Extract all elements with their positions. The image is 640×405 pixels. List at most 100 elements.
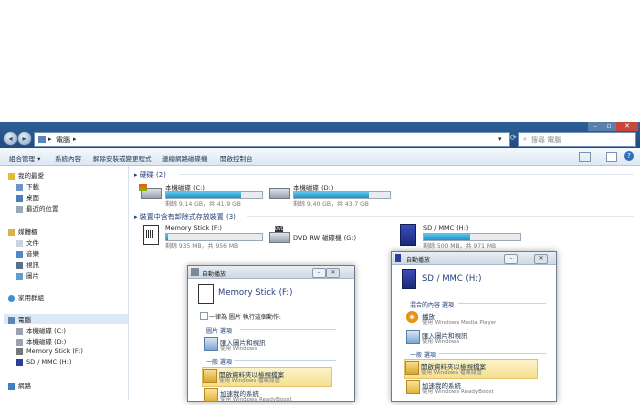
preview-pane-icon[interactable] [606, 152, 617, 162]
address-dropdown[interactable]: ▾ [498, 135, 502, 143]
drive-dvd[interactable]: DVD DVD RW 磁碟機 (G:) [267, 224, 397, 250]
view-options-icon[interactable] [579, 152, 591, 162]
address-bar[interactable]: ▸ 電腦 ▸ ▾ [34, 132, 510, 147]
address-root[interactable]: 電腦 [56, 135, 70, 145]
drive-c[interactable]: 本機磁碟 (C:) 剩餘 9.14 GB，共 41.9 GB [139, 182, 269, 208]
memory-stick-icon [16, 347, 23, 355]
nav-item-drive-d[interactable]: 本機磁碟 (D:) [16, 336, 66, 346]
option-open-folder[interactable]: 開啟資料夾以檢視檔案 使用 Windows 檔案總管 [202, 367, 332, 387]
option-subtitle: 使用 Windows [422, 339, 460, 345]
hard-drive-icon [16, 338, 23, 346]
always-do-checkbox[interactable] [200, 312, 208, 320]
dialog-title: 自動播放 [202, 271, 227, 278]
videos-icon [16, 261, 23, 269]
uninstall-program-button[interactable]: 解除安裝或變更程式 [93, 153, 152, 163]
autoplay-dialog-sd-card: 自動播放 – ✕ SD / MMC (H:) 混合的內容 選項 播放 使用 Wi… [391, 251, 557, 402]
library-icon [8, 228, 15, 236]
nav-item-memory-stick[interactable]: Memory Stick (F:) [16, 347, 83, 355]
map-network-drive-button[interactable]: 連線網路磁碟機 [162, 153, 208, 163]
close-button[interactable]: ✕ [616, 122, 638, 131]
back-button[interactable]: ◂ [3, 131, 18, 146]
nav-item-sd-card[interactable]: SD / MMC (H:) [16, 358, 71, 366]
nav-item-pictures[interactable]: 圖片 [16, 270, 39, 280]
nav-network-label: 網路 [18, 382, 31, 390]
nav-item-recent[interactable]: 最近的位置 [16, 203, 59, 213]
maximize-button[interactable]: ▫ [602, 122, 616, 131]
option-import-pictures[interactable]: 匯入圖片和視訊 使用 Windows [406, 329, 544, 347]
sd-card-icon [16, 358, 23, 366]
folder-icon [203, 369, 217, 383]
search-input[interactable]: ⌕ 搜尋 電腦 [518, 132, 636, 147]
drive-capacity: 剩餘 9.14 GB，共 41.9 GB [165, 201, 241, 208]
option-readyboost[interactable]: 加速我的系統 使用 Windows ReadyBoost [204, 387, 334, 405]
documents-icon [16, 239, 23, 247]
group-header-removable[interactable]: ▸ 裝置中含有卸除式存放裝置 (3) [134, 212, 236, 222]
option-readyboost[interactable]: 加速我的系統 使用 Windows ReadyBoost [406, 379, 544, 397]
system-properties-button[interactable]: 系統內容 [55, 153, 81, 163]
address-chevron-2: ▸ [73, 135, 77, 143]
dialog-minimize-button[interactable]: – [312, 268, 326, 278]
desktop-icon [16, 194, 23, 202]
drive-memory-stick[interactable]: Memory Stick (F:) 剩餘 935 MB，共 956 MB [139, 224, 269, 250]
drive-d[interactable]: 本機磁碟 (D:) 剩餘 9.40 GB，共 43.7 GB [267, 182, 397, 208]
dialog-close-button[interactable]: ✕ [534, 254, 548, 264]
drive-sd-card[interactable]: SD / MMC (H:) 剩餘 500 MB，共 971 MB [397, 224, 527, 250]
nav-label: SD / MMC (H:) [26, 358, 72, 366]
option-play[interactable]: 播放 使用 Windows Media Player [406, 310, 544, 328]
media-player-icon [406, 311, 418, 323]
nav-item-downloads[interactable]: 下載 [16, 181, 39, 191]
nav-network[interactable]: 網路 [8, 380, 31, 390]
option-subtitle: 使用 Windows Media Player [422, 320, 497, 326]
dialog-title-bar: 自動播放 – ✕ [392, 252, 556, 265]
dialog-heading: SD / MMC (H:) [422, 274, 482, 284]
nav-item-desktop[interactable]: 桌面 [16, 192, 39, 202]
nav-computer[interactable]: 電腦 [4, 314, 128, 324]
drive-name: Memory Stick (F:) [165, 224, 222, 232]
nav-label: 最近的位置 [26, 205, 59, 213]
option-subtitle: 使用 Windows ReadyBoost [422, 389, 494, 395]
dialog-minimize-button[interactable]: – [504, 254, 518, 264]
nav-libraries-label: 媒體櫃 [18, 228, 38, 236]
nav-item-videos[interactable]: 視訊 [16, 259, 39, 269]
import-icon [204, 337, 218, 351]
drive-usage-bar [293, 191, 391, 199]
nav-label: 下載 [26, 183, 39, 191]
star-icon [8, 172, 15, 180]
organize-button[interactable]: 組合管理 ▾ [9, 153, 40, 163]
address-chevron: ▸ [48, 135, 52, 143]
group-header-hard-drives[interactable]: ▸ 硬碟 (2) [134, 170, 166, 180]
option-open-folder[interactable]: 開啟資料夾以檢視檔案 使用 Windows 檔案總管 [404, 359, 538, 379]
section-divider [234, 360, 336, 361]
readyboost-icon [406, 380, 420, 394]
computer-icon [38, 136, 46, 143]
nav-computer-label: 電腦 [18, 316, 31, 324]
drive-usage-fill [424, 234, 471, 240]
autoplay-icon [191, 268, 199, 276]
nav-homegroup[interactable]: 家用群組 [8, 292, 44, 302]
drive-name: SD / MMC (H:) [423, 224, 469, 232]
dialog-close-button[interactable]: ✕ [326, 268, 340, 278]
nav-libraries[interactable]: 媒體櫃 [8, 226, 38, 236]
desktop-blank-area [0, 0, 640, 122]
memory-stick-icon [198, 284, 214, 304]
refresh-icon[interactable]: ⟳ [510, 133, 517, 144]
minimize-button[interactable]: – [588, 122, 602, 131]
nav-label: 視訊 [26, 261, 39, 269]
drive-usage-fill [166, 234, 168, 240]
nav-favorites[interactable]: 我的最愛 [8, 170, 44, 180]
drive-usage-bar [423, 233, 521, 241]
open-control-panel-button[interactable]: 開啟控制台 [220, 153, 253, 163]
section-divider [458, 303, 546, 304]
help-icon[interactable]: ? [624, 151, 634, 161]
search-magnifier: ⌕ [523, 135, 527, 143]
forward-button[interactable]: ▸ [17, 131, 32, 146]
option-import-pictures[interactable]: 匯入圖片和視訊 使用 Windows [204, 336, 334, 354]
nav-label: 本機磁碟 (C:) [26, 327, 66, 335]
homegroup-icon [8, 294, 15, 302]
drive-name: DVD RW 磁碟機 (G:) [293, 234, 357, 242]
dialog-title: 自動播放 [406, 257, 431, 264]
nav-item-documents[interactable]: 文件 [16, 237, 39, 247]
nav-item-music[interactable]: 音樂 [16, 248, 39, 258]
hard-drive-icon [267, 182, 290, 202]
nav-item-drive-c[interactable]: 本機磁碟 (C:) [16, 325, 66, 335]
